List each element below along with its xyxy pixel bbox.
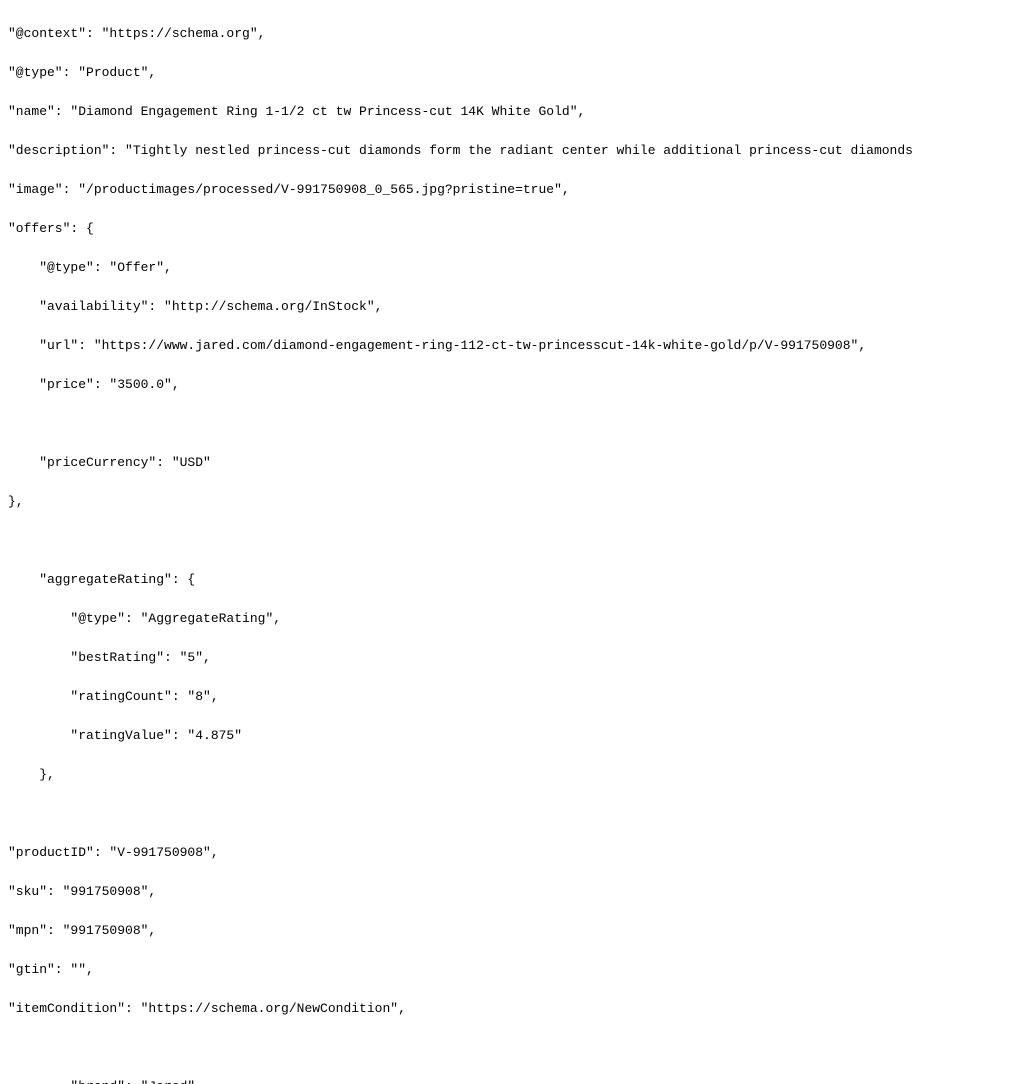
code-line: "@type": "Product", xyxy=(8,63,1016,83)
code-line: }, xyxy=(8,765,1016,785)
code-line: "aggregateRating": { xyxy=(8,570,1016,590)
code-line: "productID": "V-991750908", xyxy=(8,843,1016,863)
code-line: "sku": "991750908", xyxy=(8,882,1016,902)
code-line: "name": "Diamond Engagement Ring 1-1/2 c… xyxy=(8,102,1016,122)
code-line: "mpn": "991750908", xyxy=(8,921,1016,941)
code-line: "itemCondition": "https://schema.org/New… xyxy=(8,999,1016,1019)
code-line: "ratingValue": "4.875" xyxy=(8,726,1016,746)
code-line: }, xyxy=(8,492,1016,512)
code-line xyxy=(8,414,1016,434)
code-line: "gtin": "", xyxy=(8,960,1016,980)
code-line: "image": "/productimages/processed/V-991… xyxy=(8,180,1016,200)
code-line xyxy=(8,531,1016,551)
code-line: "bestRating": "5", xyxy=(8,648,1016,668)
code-line: "availability": "http://schema.org/InSto… xyxy=(8,297,1016,317)
code-line: "@context": "https://schema.org", xyxy=(8,24,1016,44)
code-line: "description": "Tightly nestled princess… xyxy=(8,141,1016,161)
code-line: "offers": { xyxy=(8,219,1016,239)
code-line: "url": "https://www.jared.com/diamond-en… xyxy=(8,336,1016,356)
code-line: "ratingCount": "8", xyxy=(8,687,1016,707)
code-line: "@type": "Offer", xyxy=(8,258,1016,278)
code-line xyxy=(8,1038,1016,1058)
code-line: "price": "3500.0", xyxy=(8,375,1016,395)
code-line: "@type": "AggregateRating", xyxy=(8,609,1016,629)
json-code-block: "@context": "https://schema.org", "@type… xyxy=(8,4,1016,1084)
code-line: "brand": "Jared", xyxy=(8,1077,1016,1084)
code-line xyxy=(8,804,1016,824)
code-line: "priceCurrency": "USD" xyxy=(8,453,1016,473)
